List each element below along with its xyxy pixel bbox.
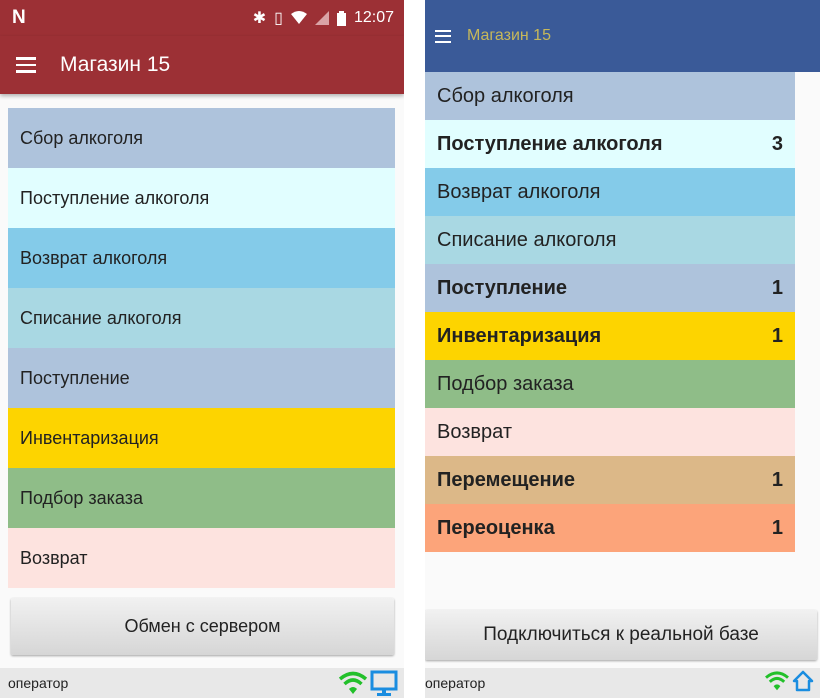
menu-item-pereocenka[interactable]: Переоценка 1 (425, 504, 795, 552)
wifi-icon (765, 671, 789, 691)
menu-item-vozvrat[interactable]: Возврат (8, 528, 395, 588)
menu-item-label: Подбор заказа (437, 372, 574, 395)
menu-item-label: Списание алкоголя (20, 307, 182, 328)
menu-item-label: Возврат алкоголя (437, 180, 601, 203)
menu-item-postuplenie[interactable]: Поступление 1 (425, 264, 795, 312)
count-badge: 1 (771, 516, 783, 539)
menu-item-podbor-zakaza[interactable]: Подбор заказа (8, 468, 395, 528)
menu-item-label: Инвентаризация (437, 324, 602, 347)
menu-list: Сбор алкоголя Поступление алкоголя 3 Возв… (425, 72, 795, 552)
menu-item-label: Списание алкоголя (437, 228, 617, 251)
signal-icon (314, 11, 329, 25)
count-badge: 1 (771, 276, 783, 299)
operator-label: оператор (8, 675, 69, 691)
server-exchange-button[interactable]: Обмен с сервером (11, 598, 394, 655)
menu-item-label: Поступление алкоголя (437, 132, 663, 155)
menu-item-label: Переоценка (437, 516, 555, 539)
menu-item-podbor-zakaza[interactable]: Подбор заказа (425, 360, 795, 408)
menu-item-peremeshchenie[interactable]: Перемещение 1 (425, 456, 795, 504)
menu-item-label: Сбор алкоголя (437, 84, 574, 107)
count-badge: 3 (771, 132, 783, 155)
n-logo-icon: N (12, 7, 26, 28)
bluetooth-icon: ✱ (252, 10, 267, 27)
menu-item-label: Поступление (20, 367, 130, 388)
footer-bar: оператор (0, 668, 404, 698)
right-phone-screen: Магазин 15 Сбор алкоголя Поступление алк… (425, 0, 820, 698)
page-title: Магазин 15 (467, 27, 551, 44)
battery-icon (336, 10, 346, 26)
app-bar: Магазин 15 (425, 0, 820, 72)
menu-item-postuplenie[interactable]: Поступление (8, 348, 395, 408)
menu-item-sbor-alkogolya[interactable]: Сбор алкоголя (425, 72, 795, 120)
app-bar: Магазин 15 (0, 36, 404, 94)
menu-item-label: Поступление алкоголя (20, 187, 210, 208)
menu-item-label: Возврат (437, 420, 512, 443)
menu-icon[interactable] (16, 57, 36, 73)
menu-item-label: Возврат (20, 547, 88, 568)
menu-item-label: Инвентаризация (20, 427, 159, 448)
vibrate-icon: ▯ (274, 10, 283, 27)
left-phone-screen: N ✱ ▯ 12:07 Магазин 15 Сбор алкоголя Пос… (0, 0, 404, 698)
menu-list: Сбор алкоголя Поступление алкоголя Возвр… (8, 108, 395, 588)
count-badge: 1 (771, 324, 783, 347)
menu-item-sbor-alkogolya[interactable]: Сбор алкоголя (8, 108, 395, 168)
menu-item-vozvrat-alkogolya[interactable]: Возврат алкоголя (8, 228, 395, 288)
menu-item-label: Подбор заказа (20, 487, 143, 508)
menu-icon[interactable] (435, 29, 451, 43)
count-badge: 1 (771, 468, 783, 491)
menu-item-inventarizaciya[interactable]: Инвентаризация 1 (425, 312, 795, 360)
operator-label: оператор (425, 675, 486, 691)
menu-item-label: Сбор алкоголя (20, 127, 143, 148)
wifi-icon (290, 11, 307, 24)
menu-item-postuplenie-alkogolya[interactable]: Поступление алкоголя 3 (425, 120, 795, 168)
page-title: Магазин 15 (60, 53, 171, 76)
home-icon[interactable] (792, 670, 814, 692)
menu-item-spisanie-alkogolya[interactable]: Списание алкоголя (425, 216, 795, 264)
menu-item-label: Возврат алкоголя (20, 247, 168, 268)
monitor-icon[interactable] (370, 670, 398, 696)
wifi-icon (338, 671, 368, 694)
menu-item-label: Перемещение (437, 468, 575, 491)
connect-real-db-button[interactable]: Подключиться к реальной базе (425, 610, 817, 660)
menu-item-label: Поступление (437, 276, 568, 299)
menu-item-spisanie-alkogolya[interactable]: Списание алкоголя (8, 288, 395, 348)
status-time: 12:07 (353, 9, 394, 26)
menu-item-vozvrat-alkogolya[interactable]: Возврат алкоголя (425, 168, 795, 216)
menu-item-vozvrat[interactable]: Возврат (425, 408, 795, 456)
menu-item-postuplenie-alkogolya[interactable]: Поступление алкоголя (8, 168, 395, 228)
status-bar: N ✱ ▯ 12:07 (0, 0, 404, 36)
footer-bar: оператор (425, 668, 820, 698)
menu-item-inventarizaciya[interactable]: Инвентаризация (8, 408, 395, 468)
